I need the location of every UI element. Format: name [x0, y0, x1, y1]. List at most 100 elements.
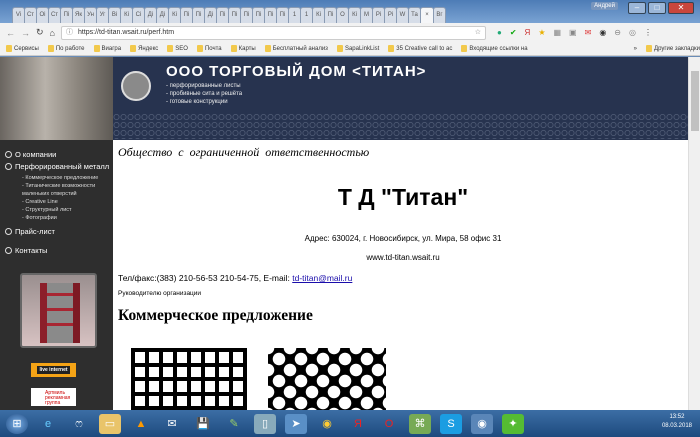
square-hole: [205, 352, 215, 363]
ie-icon[interactable]: e: [37, 414, 59, 434]
bookmark-item[interactable]: Сервисы: [6, 44, 39, 52]
submenu-item[interactable]: - Титанические возможности маленьких отв…: [0, 182, 113, 198]
bookmark-item[interactable]: »: [634, 46, 637, 52]
artmil-logo[interactable]: Артмиль рекламная группа: [31, 388, 76, 406]
bookmark-item[interactable]: Входящие ссылки на: [461, 44, 528, 52]
extension-icon[interactable]: ●: [497, 28, 502, 37]
app-icon[interactable]: ෆ: [68, 414, 90, 434]
folder-icon: [196, 44, 203, 52]
submenu-item[interactable]: - Структурный лист: [0, 206, 113, 214]
mail-icon[interactable]: ✉: [161, 414, 183, 434]
address-bar[interactable]: ⓘ https://td-titan.wsait.ru/perf.htm ☆: [60, 25, 486, 40]
square-hole: [135, 395, 145, 406]
square-hole: [163, 395, 173, 406]
scrollbar[interactable]: [688, 57, 700, 410]
reload-icon[interactable]: ↻: [36, 27, 44, 38]
bookmark-item[interactable]: Карты: [230, 44, 256, 52]
chrome-icon[interactable]: ◉: [316, 414, 338, 434]
bookmark-item[interactable]: Почта: [196, 44, 222, 52]
bookmark-item[interactable]: Бесплатный анализ: [264, 44, 328, 52]
bookmark-item[interactable]: Виагра: [93, 44, 121, 52]
chrome-icon[interactable]: ◉: [471, 413, 493, 434]
browser-tab[interactable]: Вг: [433, 7, 446, 23]
square-hole: [163, 352, 173, 363]
menu-item[interactable]: О компании: [0, 150, 113, 159]
yandex-icon[interactable]: Я: [347, 414, 369, 434]
scrollbar-thumb[interactable]: [691, 71, 699, 131]
submenu-item[interactable]: - Creative Line: [0, 198, 113, 206]
skype-icon[interactable]: S: [440, 413, 462, 434]
square-hole: [191, 381, 201, 392]
product-image[interactable]: [20, 273, 97, 348]
round-perforation-image: [268, 348, 386, 410]
app-icon[interactable]: ⌘: [409, 413, 431, 434]
mail-icon[interactable]: ✉: [585, 28, 592, 37]
browser-toolbar: ← → ↻ ⌂ ⓘ https://td-titan.wsait.ru/perf.…: [0, 23, 700, 42]
submenu-item[interactable]: - Фотографии: [0, 214, 113, 222]
folder-icon: [47, 44, 54, 52]
bookmark-star-icon[interactable]: ☆: [475, 27, 481, 39]
liveinternet-counter[interactable]: live internet: [31, 363, 76, 377]
extensions: ● ✔ Я ★ ▦ ▣ ✉ ◉ ⊖ ◎ ⋮: [497, 28, 652, 37]
square-hole: [205, 395, 215, 406]
folder-icon: [388, 44, 395, 52]
extension-icon[interactable]: ★: [538, 28, 545, 37]
square-hole: [149, 395, 159, 406]
bookmark-item[interactable]: SapaLinkList: [336, 44, 379, 52]
section-heading: Коммерческое предложение: [118, 307, 313, 324]
menu-icon[interactable]: ⋮: [644, 28, 652, 37]
extension-icon[interactable]: ▦: [553, 28, 561, 37]
checkmark-icon[interactable]: ✔: [510, 28, 517, 37]
extension-icon[interactable]: Я: [525, 28, 531, 37]
dot-pattern: [113, 113, 688, 139]
extension-icon[interactable]: ⊖: [614, 28, 621, 37]
contacts-line: Тел/факс:(383) 210-56-53 210-54-75, E-ma…: [118, 273, 353, 283]
square-hole: [219, 352, 229, 363]
save-icon[interactable]: 💾: [192, 414, 214, 434]
notepad-icon[interactable]: ✎: [223, 414, 245, 434]
bookmark-item[interactable]: По работе: [47, 44, 85, 52]
menu-item[interactable]: Прайс-лист: [0, 227, 113, 236]
side-menu: О компании Перфорированный металл - Коммер…: [0, 140, 113, 255]
bookmark-item[interactable]: SEO: [167, 44, 188, 52]
bookmark-item[interactable]: Яндекс: [130, 44, 158, 52]
square-hole: [191, 366, 201, 377]
start-button[interactable]: ⊞: [6, 413, 28, 434]
folder-icon: [93, 44, 100, 52]
maximize-button[interactable]: □: [648, 2, 666, 14]
close-button[interactable]: ✕: [668, 2, 694, 14]
aimp-icon[interactable]: ▲: [130, 414, 152, 434]
square-hole: [135, 381, 145, 392]
bookmarks-bar: Сервисы По работе Виагра Яндекс SEO Почта Карт…: [0, 42, 700, 56]
bookmark-item[interactable]: 35 Creative call to ac: [388, 44, 452, 52]
app-icon[interactable]: ▯: [254, 413, 276, 434]
back-icon[interactable]: ←: [6, 28, 15, 38]
evernote-icon[interactable]: ✦: [502, 413, 524, 434]
folder-icon: [167, 44, 174, 52]
submenu-item[interactable]: - Коммерческое предложение: [0, 174, 113, 182]
square-hole: [135, 352, 145, 363]
square-hole: [233, 352, 243, 363]
menu-item[interactable]: Перфорированный металл: [0, 162, 113, 171]
company-type: Общество с ограниченной ответственностью: [118, 145, 370, 159]
folder-icon: [646, 44, 653, 52]
bookmark-item[interactable]: Другие закладки: [646, 44, 700, 52]
minimize-button[interactable]: –: [628, 2, 646, 14]
explorer-icon[interactable]: ▭: [99, 413, 121, 434]
menu-item[interactable]: Контакты: [0, 246, 113, 255]
profile-button[interactable]: Андрей: [591, 2, 618, 10]
circle-bullet-icon: [5, 151, 12, 158]
home-icon[interactable]: ⌂: [50, 28, 55, 38]
folder-icon: [336, 44, 343, 52]
system-clock[interactable]: 13:52 08.03.2018: [662, 413, 692, 431]
opera-icon[interactable]: O: [378, 414, 400, 434]
railing-image: [0, 57, 113, 140]
extension-icon[interactable]: ▣: [569, 28, 577, 37]
extension-icon[interactable]: ◉: [599, 28, 606, 37]
telegram-icon[interactable]: ➤: [285, 413, 307, 434]
circle-bullet-icon: [5, 247, 12, 254]
browser-tab[interactable]: ×: [420, 7, 434, 23]
extension-icon[interactable]: ◎: [629, 28, 636, 37]
forward-icon[interactable]: →: [21, 28, 30, 38]
email-link[interactable]: td-titan@mail.ru: [292, 273, 352, 283]
